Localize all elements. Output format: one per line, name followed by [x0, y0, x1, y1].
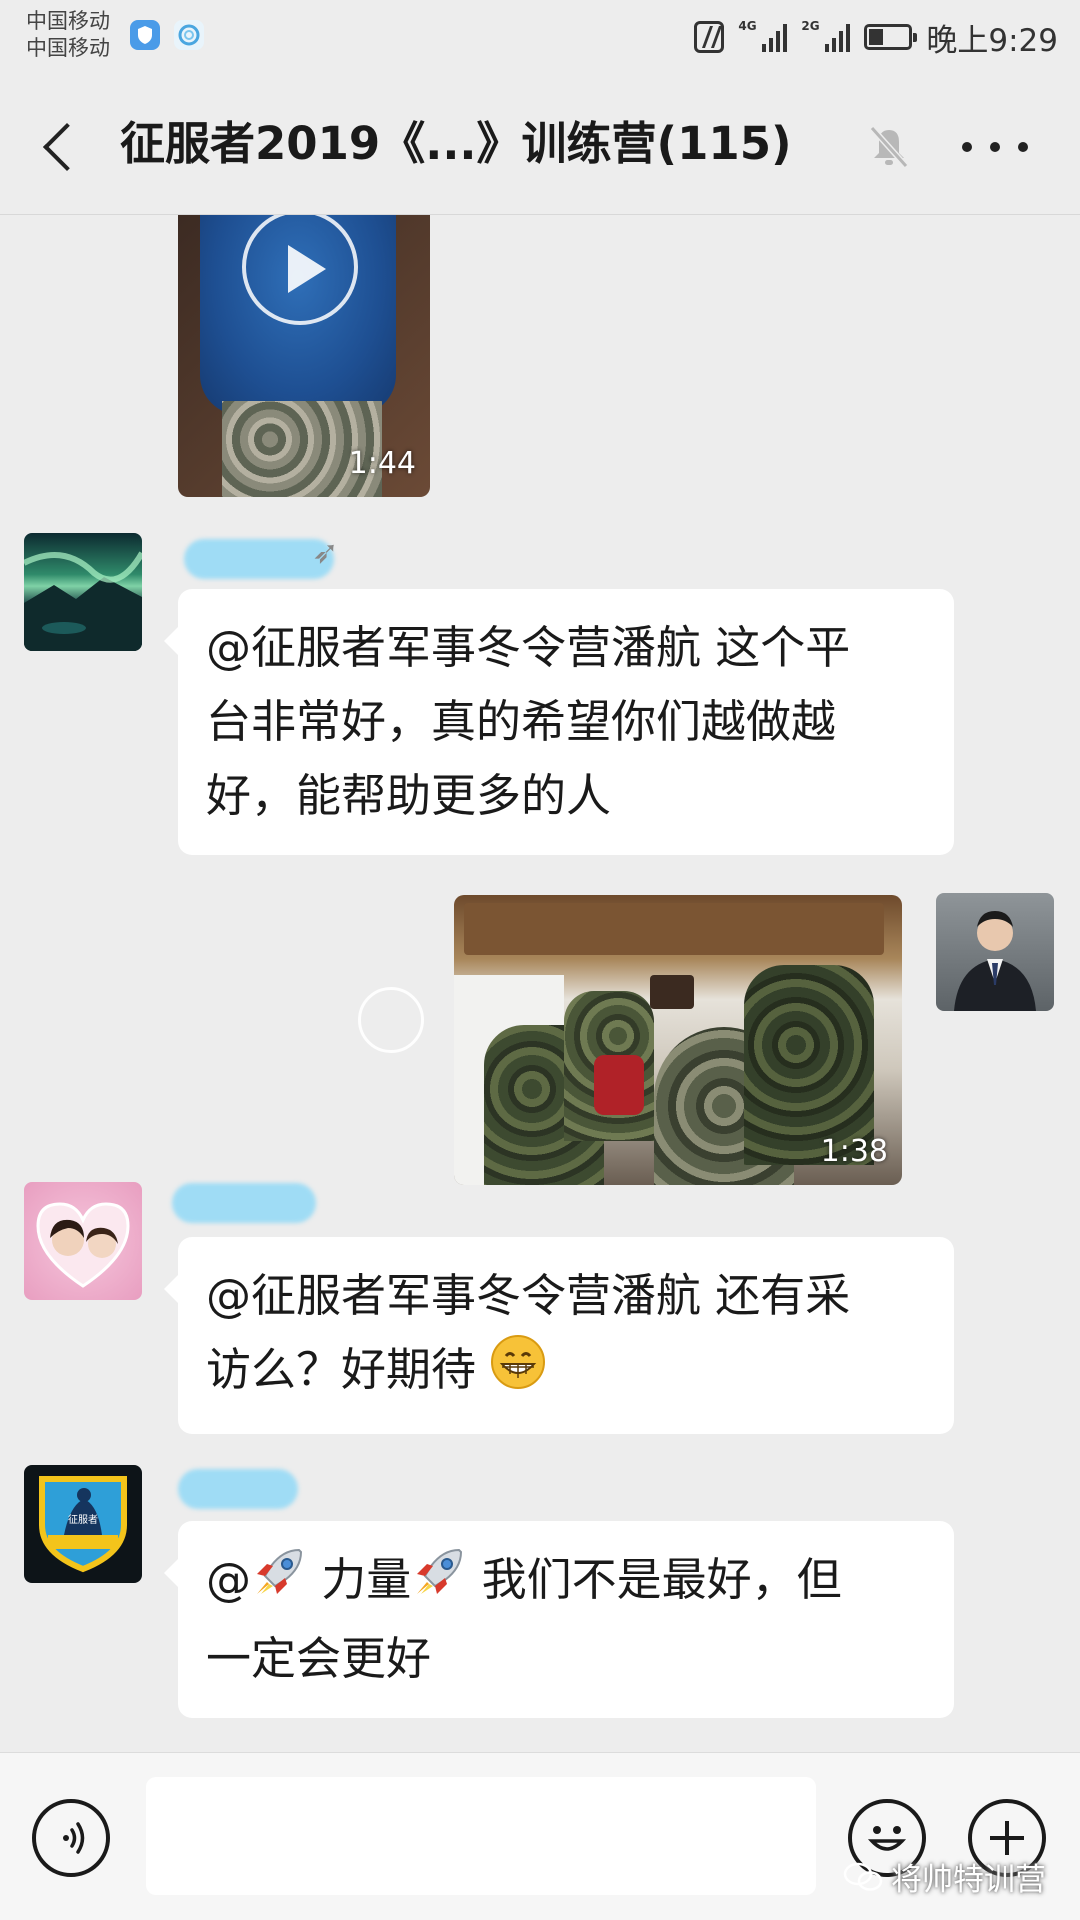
avatar[interactable] — [936, 893, 1054, 1011]
message-text: 访么？好期待 — [206, 1343, 477, 1396]
heart-photo-frame-icon — [36, 1202, 130, 1288]
svg-text:征服者: 征服者 — [68, 1514, 98, 1526]
message-line: 一定会更好 — [206, 1632, 432, 1685]
message-text: 力量 — [307, 1553, 412, 1606]
mute-bell-icon[interactable] — [862, 120, 916, 174]
chat-header: 征服者2019《...》训练营(115) — [0, 76, 1080, 215]
avatar[interactable] — [24, 533, 142, 651]
watermark-text: 将帅特训营 — [891, 1862, 1046, 1898]
message-text: @ — [206, 1553, 251, 1606]
loading-spinner-icon — [358, 987, 424, 1053]
chat-screen: 中国移动 中国移动 4G 2G 晚上9:29 征服者2019《...》训练营(1… — [0, 0, 1080, 1920]
signal-icon-2: 2G — [801, 19, 851, 52]
carrier-labels: 中国移动 中国移动 — [26, 8, 110, 62]
video-duration-1: 1:44 — [348, 446, 416, 481]
rocket-icon — [411, 1544, 467, 1622]
video-message-1[interactable]: 1:44 — [178, 215, 430, 497]
watermark: 将帅特训营 — [843, 1854, 1046, 1899]
message-line: 访么？好期待 — [206, 1333, 926, 1412]
text-bubble[interactable]: @征服者军事冬令营潘航 还有采 访么？好期待 — [164, 1237, 954, 1434]
chat-title: 征服者2019《...》训练营(115) — [120, 117, 792, 170]
conqueror-badge-icon: 征服者 — [39, 1476, 127, 1573]
message-list[interactable]: 1:44 ➶ @征服者军事冬令营潘航 这个平 台非常好，真的希望你们越做越 好，… — [0, 215, 1080, 1750]
grinning-face-icon — [490, 1334, 546, 1412]
back-icon[interactable] — [36, 116, 92, 176]
message-line: 好，能帮助更多的人 — [206, 769, 612, 822]
video-duration-2: 1:38 — [820, 1134, 888, 1169]
rocket-icon — [251, 1544, 307, 1622]
message-line: @ 力量 我们不是最好，但 — [206, 1543, 926, 1622]
network-type-2: 2G — [801, 19, 820, 33]
sender-name-blurred — [178, 1469, 298, 1509]
carrier-label-1: 中国移动 — [26, 9, 110, 33]
nfc-icon — [694, 21, 725, 53]
more-icon[interactable] — [962, 126, 1028, 168]
carrier-label-2: 中国移动 — [26, 36, 110, 60]
status-bar: 中国移动 中国移动 4G 2G 晚上9:29 — [0, 0, 1080, 76]
message-input[interactable] — [146, 1777, 816, 1895]
status-right: 4G 2G 晚上9:29 — [694, 14, 1058, 60]
signal-icon: 4G — [738, 19, 788, 52]
browser-app-icon — [174, 20, 204, 50]
message-text: 我们不是最好，但 — [467, 1553, 842, 1606]
text-bubble[interactable]: @征服者军事冬令营潘航 这个平 台非常好，真的希望你们越做越 好，能帮助更多的人 — [164, 589, 954, 855]
text-bubble[interactable]: @ 力量 我们不是最好，但 一定会更好 — [164, 1521, 954, 1718]
voice-icon[interactable] — [32, 1799, 110, 1877]
avatar[interactable]: 征服者 — [24, 1465, 142, 1583]
video-message-2[interactable]: 1:38 — [454, 895, 902, 1185]
sender-name-blurred — [172, 1183, 316, 1223]
message-line: @征服者军事冬令营潘航 还有采 — [206, 1269, 851, 1322]
clock: 晚上9:29 — [926, 22, 1058, 59]
rocket-icon: ➶ — [312, 533, 339, 571]
message-line: @征服者军事冬令营潘航 这个平 — [206, 621, 851, 674]
avatar[interactable] — [24, 1182, 142, 1300]
network-type-1: 4G — [738, 19, 757, 33]
aurora-landscape-icon — [24, 551, 142, 651]
message-line: 台非常好，真的希望你们越做越 — [206, 695, 837, 748]
battery-icon — [864, 24, 918, 50]
man-in-suit-icon — [954, 911, 1036, 1011]
wechat-logo-icon — [843, 1862, 883, 1891]
shield-app-icon — [130, 20, 160, 50]
